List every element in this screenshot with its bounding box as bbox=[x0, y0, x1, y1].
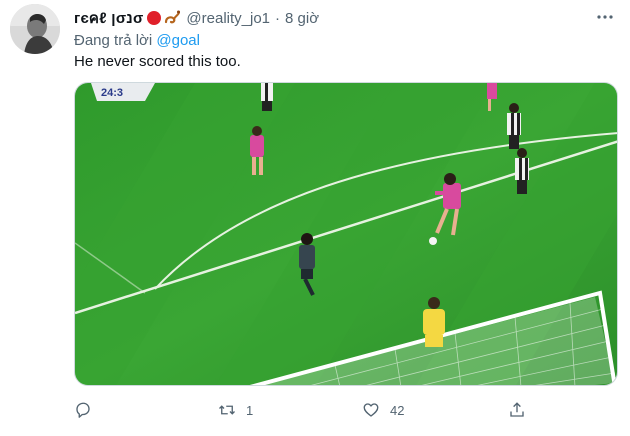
tweet-header: гєคℓ ןσנσ @reality_jo1 · 8 giờ bbox=[74, 8, 319, 28]
user-handle[interactable]: @reality_jo1 bbox=[186, 10, 270, 27]
scoreboard-fragment: 24:3 bbox=[101, 87, 123, 99]
reply-button[interactable] bbox=[74, 398, 102, 422]
like-count: 42 bbox=[390, 402, 405, 418]
display-name[interactable]: гєคℓ ןσנσ bbox=[74, 6, 143, 30]
reply-icon bbox=[76, 402, 90, 418]
reply-label: Đang trả lời bbox=[74, 32, 153, 49]
share-icon bbox=[510, 402, 524, 417]
tweet-actions: 1 42 bbox=[74, 398, 594, 422]
more-icon[interactable] bbox=[594, 10, 616, 24]
football-pitch-image: 24:3 bbox=[75, 83, 617, 385]
like-icon bbox=[363, 403, 379, 417]
retweet-icon bbox=[219, 405, 235, 415]
retweet-button[interactable]: 1 bbox=[218, 398, 253, 422]
header-separator: · bbox=[275, 9, 281, 27]
tweet-media-image[interactable]: 24:3 bbox=[74, 82, 618, 386]
retweet-count: 1 bbox=[246, 402, 254, 418]
tweet-card[interactable]: гєคℓ ןσנσ @reality_jo1 · 8 giờ Đang trả … bbox=[0, 0, 630, 436]
tweet-text: He never scored this too. bbox=[74, 53, 241, 70]
tweet-time[interactable]: 8 giờ bbox=[285, 10, 319, 27]
avatar[interactable] bbox=[10, 4, 60, 54]
like-button[interactable]: 42 bbox=[362, 398, 404, 422]
red-circle-emoji bbox=[147, 11, 162, 25]
reply-context: Đang trả lời @goal bbox=[74, 32, 200, 49]
reply-mention-link[interactable]: @goal bbox=[156, 32, 200, 49]
player-striped bbox=[261, 83, 273, 111]
scorpion-emoji bbox=[165, 10, 181, 24]
share-button[interactable] bbox=[508, 398, 526, 422]
